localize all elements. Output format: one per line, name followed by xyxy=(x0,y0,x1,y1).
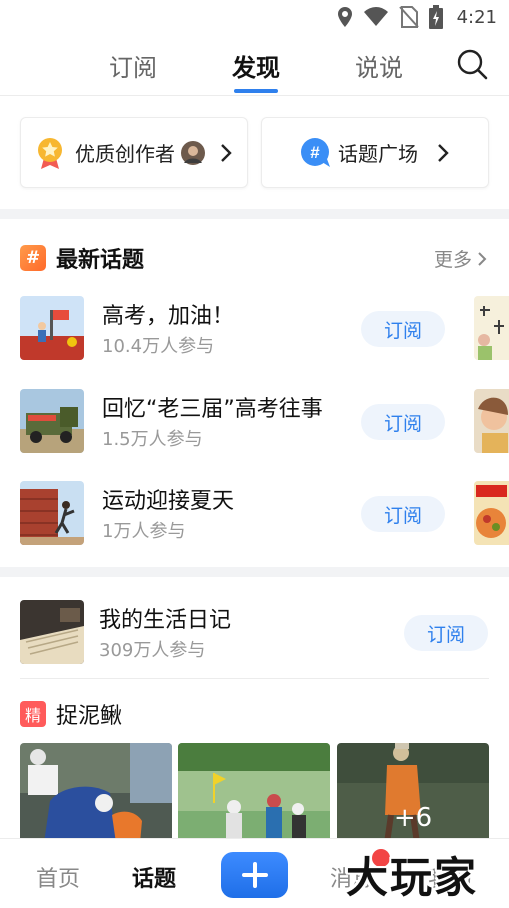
next-topic-thumbnail[interactable] xyxy=(474,481,509,545)
topic-thumbnail xyxy=(20,389,84,453)
wifi-icon xyxy=(363,7,388,27)
more-link[interactable]: 更多 xyxy=(434,245,487,272)
status-bar: 4:21 xyxy=(0,0,509,34)
location-icon xyxy=(337,7,352,27)
no-sim-icon xyxy=(398,6,419,28)
topic-title: 回忆“老三届”高考往事 xyxy=(102,397,323,422)
active-tab-indicator xyxy=(234,89,278,93)
hashtag-icon: # xyxy=(20,245,46,271)
quick-entry-row: 优质创作者 # 话题广场 xyxy=(20,117,489,188)
topic-title: 高考，加油！ xyxy=(102,304,235,329)
topic-participants: 1万人参与 xyxy=(102,521,186,542)
topic-thumbnail xyxy=(20,296,84,360)
featured-topic-row[interactable]: 我的生活日记 309万人参与 订阅 xyxy=(20,600,509,664)
search-icon[interactable] xyxy=(456,48,488,80)
tab-discover[interactable]: 发现 xyxy=(232,48,280,83)
add-post-button[interactable] xyxy=(221,852,288,898)
featured-post-title: 捉泥鳅 xyxy=(56,704,123,729)
topic-row[interactable]: 高考，加油！ 10.4万人参与 订阅 xyxy=(20,296,509,360)
featured-badge: 精 xyxy=(20,701,46,727)
topic-participants: 10.4万人参与 xyxy=(102,336,215,357)
quality-creators-label: 优质创作者 xyxy=(75,142,175,166)
latest-topics-header: # 最新话题 更多 xyxy=(20,240,489,276)
next-topic-thumbnail[interactable] xyxy=(474,389,509,453)
subscribe-button[interactable]: 订阅 xyxy=(361,311,445,347)
subscribe-button[interactable]: 订阅 xyxy=(361,496,445,532)
topic-thumbnail xyxy=(20,481,84,545)
post-photo[interactable]: +6 xyxy=(337,743,489,843)
subscribe-button[interactable]: 订阅 xyxy=(361,404,445,440)
topic-participants: 1.5万人参与 xyxy=(102,429,203,450)
tab-subscribe[interactable]: 订阅 xyxy=(109,48,157,83)
topic-plaza-card[interactable]: # 话题广场 xyxy=(261,117,489,188)
chevron-right-icon xyxy=(478,252,487,266)
latest-topics-title: 最新话题 xyxy=(56,248,145,273)
subscribe-button[interactable]: 订阅 xyxy=(404,615,488,651)
next-topic-thumbnail[interactable] xyxy=(474,296,509,360)
topic-row[interactable]: 运动迎接夏天 1万人参与 订阅 xyxy=(20,481,509,545)
hashtag-bubble-icon: # xyxy=(301,137,330,167)
topic-plaza-label: 话题广场 xyxy=(338,142,418,166)
divider xyxy=(20,678,489,679)
status-time: 4:21 xyxy=(456,6,497,28)
post-photo[interactable] xyxy=(178,743,330,843)
topic-thumbnail xyxy=(20,600,84,664)
more-photos-count: +6 xyxy=(393,803,433,833)
topic-row[interactable]: 回忆“老三届”高考往事 1.5万人参与 订阅 xyxy=(20,389,509,453)
creator-avatar xyxy=(181,140,205,165)
featured-topic-title: 我的生活日记 xyxy=(99,608,232,633)
svg-text:#: # xyxy=(310,143,320,162)
featured-topic-participants: 309万人参与 xyxy=(99,640,206,661)
medal-icon xyxy=(38,137,62,169)
featured-post-header[interactable]: 精 捉泥鳅 xyxy=(20,698,122,730)
section-separator xyxy=(0,567,509,577)
watermark-logo: 大玩家 xyxy=(346,853,479,902)
section-separator xyxy=(0,209,509,219)
quality-creators-card[interactable]: 优质创作者 xyxy=(20,117,248,188)
nav-home[interactable]: 首页 xyxy=(36,861,80,893)
chevron-right-icon xyxy=(438,143,449,162)
chevron-right-icon xyxy=(221,143,232,162)
tab-shuoshuo[interactable]: 说说 xyxy=(355,48,403,83)
nav-topics[interactable]: 话题 xyxy=(132,861,176,893)
more-label: 更多 xyxy=(433,249,472,271)
top-tab-bar: 订阅 发现 说说 xyxy=(0,34,509,96)
battery-charging-icon xyxy=(428,5,443,29)
post-photo[interactable] xyxy=(20,743,172,843)
topic-title: 运动迎接夏天 xyxy=(102,489,235,514)
plus-icon xyxy=(241,862,268,888)
